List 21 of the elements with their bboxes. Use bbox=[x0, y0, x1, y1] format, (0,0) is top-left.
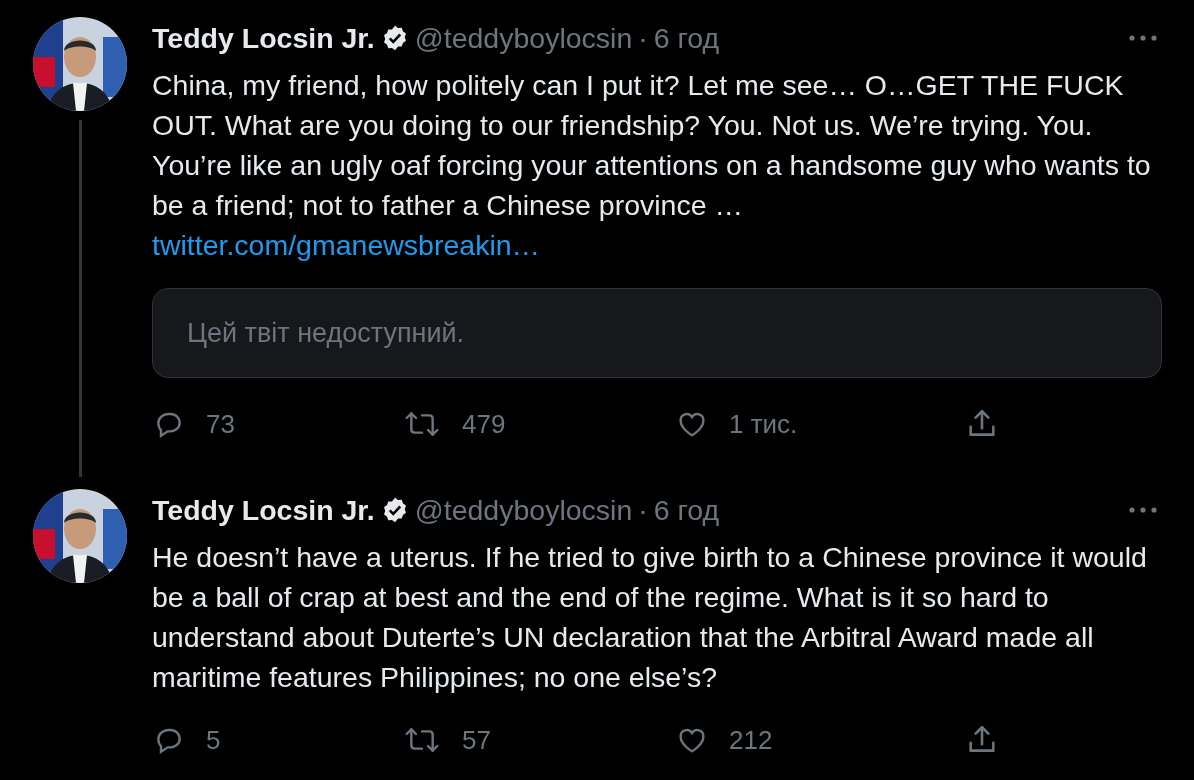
author-name[interactable]: Teddy Locsin Jr. bbox=[152, 493, 375, 527]
more-icon[interactable] bbox=[1128, 34, 1158, 42]
user-handle[interactable]: @teddyboylocsin bbox=[414, 21, 633, 55]
tweet-link[interactable]: twitter.com/gmanewsbreakin… bbox=[152, 225, 541, 265]
retweet-count: 479 bbox=[462, 408, 506, 440]
unavailable-message: Цей твіт недоступний. bbox=[187, 317, 465, 349]
separator-dot: · bbox=[638, 493, 648, 527]
author-name[interactable]: Teddy Locsin Jr. bbox=[152, 21, 375, 55]
tweet-time: 6 год bbox=[653, 21, 720, 55]
quoted-tweet-card[interactable]: Цей твіт недоступний. bbox=[152, 288, 1162, 378]
more-icon[interactable] bbox=[1128, 506, 1158, 514]
retweet-count: 57 bbox=[462, 724, 491, 756]
reply-count: 73 bbox=[206, 408, 235, 440]
tweet-time: 6 год bbox=[653, 493, 720, 527]
like-count: 212 bbox=[729, 724, 773, 756]
user-handle[interactable]: @teddyboylocsin bbox=[414, 493, 633, 527]
tweet-text: He doesn’t have a uterus. If he tried to give birth to a Chinese province it would be a ball of crap at best and the end of the regime. What is it so hard to understand about Duterte’s UN declaration that the Arbitral Award made all maritime features Philippines; no one else’s? bbox=[152, 541, 1147, 693]
tweet-text: China, my friend, how politely can I put it? Let me see… O…GET THE FUCK OUT. What are you doing to our friendship? You. Not us. We’re trying. You. You’re like an ugly oaf forcing your attentions on a handsome guy who wants to be a friend; not to father a Chinese province … bbox=[152, 69, 1151, 221]
like-count: 1 тис. bbox=[729, 408, 798, 440]
separator-dot: · bbox=[638, 21, 648, 55]
reply-count: 5 bbox=[206, 724, 221, 756]
